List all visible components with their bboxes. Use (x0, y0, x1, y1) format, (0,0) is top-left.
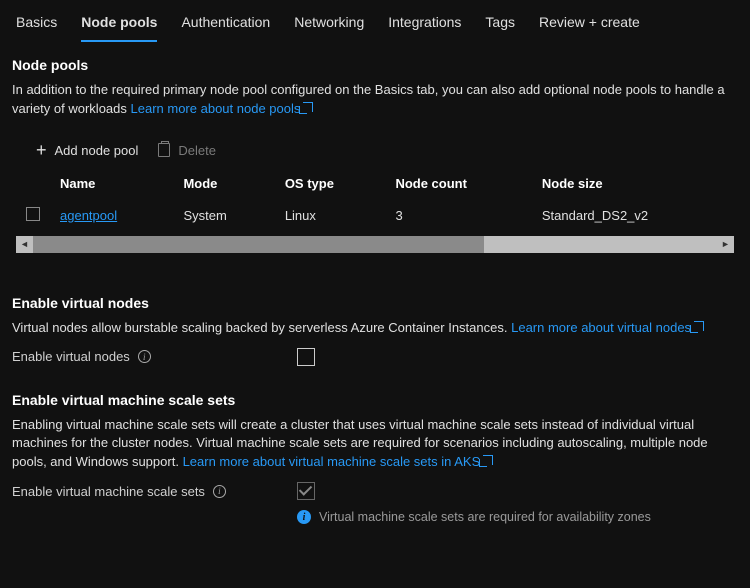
enable-vmss-label: Enable virtual machine scale sets i (12, 484, 297, 499)
enable-virtual-nodes-checkbox[interactable] (297, 348, 315, 366)
pool-mode: System (173, 199, 274, 232)
scroll-track[interactable] (33, 236, 717, 253)
vmss-title: Enable virtual machine scale sets (12, 392, 738, 408)
info-icon[interactable]: i (138, 350, 151, 363)
virtual-nodes-desc: Virtual nodes allow burstable scaling ba… (12, 319, 738, 338)
enable-vmss-text: Enable virtual machine scale sets (12, 484, 205, 499)
info-filled-icon: i (297, 510, 311, 524)
tab-tags[interactable]: Tags (485, 8, 515, 42)
learn-more-node-pools-link[interactable]: Learn more about node pools (131, 101, 314, 116)
col-count: Node count (385, 168, 531, 199)
vmss-note-text: Virtual machine scale sets are required … (319, 510, 651, 524)
node-pools-desc: In addition to the required primary node… (12, 81, 738, 119)
learn-more-virtual-nodes-text: Learn more about virtual nodes (511, 320, 691, 335)
trash-icon (158, 143, 170, 157)
col-name: Name (50, 168, 173, 199)
pool-os: Linux (275, 199, 386, 232)
tab-integrations[interactable]: Integrations (388, 8, 461, 42)
node-pool-toolbar: + Add node pool Delete (12, 125, 738, 168)
learn-more-node-pools-text: Learn more about node pools (131, 101, 301, 116)
tab-basics[interactable]: Basics (16, 8, 57, 42)
pool-count: 3 (385, 199, 531, 232)
node-pools-table: Name Mode OS type Node count Node size a… (16, 168, 734, 232)
external-link-icon (694, 321, 704, 331)
enable-vmss-checkbox (297, 482, 315, 500)
delete-node-pool-label: Delete (178, 143, 216, 158)
learn-more-vmss-text: Learn more about virtual machine scale s… (183, 454, 481, 469)
table-row: agentpool System Linux 3 Standard_DS2_v2 (16, 199, 734, 232)
virtual-nodes-desc-text: Virtual nodes allow burstable scaling ba… (12, 320, 507, 335)
row-checkbox[interactable] (26, 207, 40, 221)
col-os: OS type (275, 168, 386, 199)
external-link-icon (483, 455, 493, 465)
learn-more-virtual-nodes-link[interactable]: Learn more about virtual nodes (511, 320, 704, 335)
scroll-thumb[interactable] (33, 236, 484, 253)
vmss-note: i Virtual machine scale sets are require… (297, 510, 738, 524)
tab-networking[interactable]: Networking (294, 8, 364, 42)
info-icon[interactable]: i (213, 485, 226, 498)
enable-virtual-nodes-label: Enable virtual nodes i (12, 349, 297, 364)
col-size: Node size (532, 168, 734, 199)
learn-more-vmss-link[interactable]: Learn more about virtual machine scale s… (183, 454, 494, 469)
horizontal-scrollbar[interactable]: ◄ ► (16, 236, 734, 253)
plus-icon: + (36, 143, 47, 157)
tab-review-create[interactable]: Review + create (539, 8, 640, 42)
pool-name-link[interactable]: agentpool (60, 208, 117, 223)
tab-authentication[interactable]: Authentication (181, 8, 270, 42)
pool-size: Standard_DS2_v2 (532, 199, 734, 232)
scroll-left-arrow-icon[interactable]: ◄ (16, 236, 33, 253)
col-mode: Mode (173, 168, 274, 199)
node-pools-title: Node pools (12, 57, 738, 73)
external-link-icon (303, 102, 313, 112)
tab-bar: Basics Node pools Authentication Network… (0, 0, 750, 43)
node-pools-desc-text: In addition to the required primary node… (12, 82, 725, 116)
add-node-pool-label: Add node pool (55, 143, 139, 158)
delete-node-pool-button[interactable]: Delete (158, 143, 216, 158)
vmss-desc: Enabling virtual machine scale sets will… (12, 416, 738, 473)
tab-node-pools[interactable]: Node pools (81, 8, 157, 42)
scroll-right-arrow-icon[interactable]: ► (717, 236, 734, 253)
enable-virtual-nodes-text: Enable virtual nodes (12, 349, 130, 364)
virtual-nodes-title: Enable virtual nodes (12, 295, 738, 311)
add-node-pool-button[interactable]: + Add node pool (36, 143, 138, 158)
